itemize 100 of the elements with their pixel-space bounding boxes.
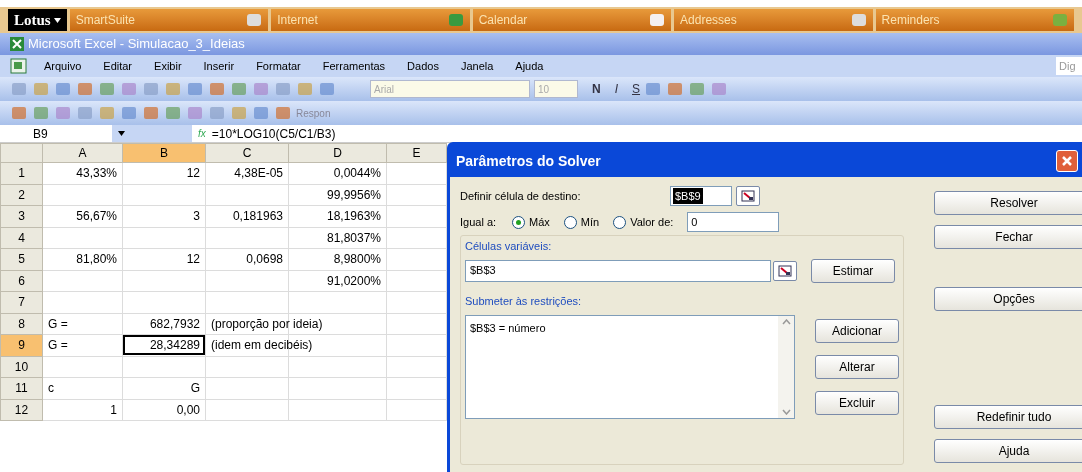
row-header[interactable]: 5 (0, 248, 43, 270)
toolbar-icon[interactable] (230, 81, 248, 97)
cell-text: 3 (193, 209, 200, 224)
toolbar-icon[interactable] (142, 81, 160, 97)
row-header[interactable]: 4 (0, 227, 43, 249)
toolbar-icon[interactable] (120, 105, 138, 121)
caret-icon (118, 131, 125, 136)
row-header[interactable]: 10 (0, 356, 43, 378)
toolbar-icon[interactable] (186, 81, 204, 97)
launcher-icon[interactable] (850, 13, 867, 27)
row-header[interactable]: 12 (0, 399, 43, 421)
dialog-button[interactable]: Adicionar (815, 319, 899, 343)
collapse-dialog-icon[interactable] (736, 186, 760, 206)
toolbar-icon[interactable] (252, 105, 270, 121)
cell-text: G (190, 381, 200, 396)
launcher-icon[interactable] (447, 13, 464, 27)
column-header[interactable]: C (205, 143, 289, 163)
row-header[interactable]: 6 (0, 270, 43, 292)
formula-field[interactable]: =10*LOG10(C5/C1/B3) (211, 124, 336, 143)
toolbar-icon[interactable] (54, 81, 72, 97)
dialog-button[interactable]: Resolver (934, 191, 1082, 215)
dialog-button[interactable]: Excluir (815, 391, 899, 415)
menu-item[interactable]: Arquivo (44, 57, 82, 75)
close-button[interactable] (1056, 150, 1078, 172)
toolbar-icon[interactable] (208, 81, 226, 97)
menu-item[interactable]: Ferramentas (322, 57, 386, 75)
column-header[interactable]: D (288, 143, 387, 163)
radio-option[interactable]: Valor de: (613, 213, 674, 231)
dialog-button[interactable]: Fechar (934, 225, 1082, 249)
menu-item[interactable]: Formatar (256, 57, 301, 75)
column-header[interactable]: E (386, 143, 447, 163)
name-box-dropdown[interactable] (112, 125, 192, 142)
toolbar-icon[interactable] (644, 81, 663, 97)
radio-option[interactable]: Mín (563, 213, 600, 231)
dialog-button[interactable]: Redefinir tudo (934, 405, 1082, 429)
row-header[interactable]: 7 (0, 291, 43, 313)
menu-item[interactable]: Dados (407, 57, 439, 75)
name-box[interactable]: B9 (0, 124, 112, 143)
value-field[interactable]: 0 (687, 212, 780, 232)
toolbar-icon[interactable] (32, 105, 50, 121)
dialog-button[interactable]: Ajuda (934, 439, 1082, 463)
menu-item[interactable]: Editar (103, 57, 133, 75)
launcher-icon[interactable] (649, 13, 666, 27)
cell-text: 43,33% (76, 166, 117, 181)
toolbar-icon[interactable] (296, 81, 314, 97)
dialog-button[interactable]: Alterar (815, 355, 899, 379)
menu-item[interactable]: Exibir (154, 57, 182, 75)
constraint-item[interactable]: $B$3 = número (470, 320, 774, 337)
toolbar-icon[interactable] (32, 81, 50, 97)
row-header[interactable]: 9 (0, 334, 43, 356)
toolbar-icon[interactable] (252, 81, 270, 97)
column-header[interactable]: A (42, 143, 123, 163)
row-header[interactable]: 1 (0, 162, 43, 184)
underline-button[interactable]: S (632, 80, 641, 98)
toolbar-icon[interactable] (76, 81, 94, 97)
toolbar-icon[interactable] (318, 81, 336, 97)
dialog-button[interactable]: Opções (934, 287, 1082, 311)
toolbar-icon[interactable] (186, 105, 204, 121)
workbook-icon[interactable] (10, 58, 28, 74)
dialog-button[interactable]: Estimar (811, 258, 895, 283)
toolbar-icon[interactable] (10, 105, 28, 121)
launcher-icon[interactable] (1052, 13, 1069, 27)
toolbar-icon[interactable] (76, 105, 94, 121)
italic-button[interactable]: I (614, 80, 618, 98)
toolbar-icon[interactable] (666, 81, 685, 97)
toolbar-icon[interactable] (98, 81, 116, 97)
toolbar-icon[interactable] (10, 81, 28, 97)
row-header[interactable]: 3 (0, 205, 43, 227)
scrollbar[interactable] (778, 316, 794, 418)
toolbar-icon[interactable] (274, 105, 292, 121)
row-header[interactable]: 2 (0, 184, 43, 206)
cell-text: c (48, 381, 54, 396)
toolbar-icon[interactable] (230, 105, 248, 121)
bold-button[interactable]: N (592, 80, 601, 98)
brand-menu[interactable]: Lotus (8, 9, 67, 31)
row-header[interactable]: 11 (0, 377, 43, 399)
column-header[interactable]: B (122, 143, 206, 163)
variable-cells-field[interactable]: $B$3 (465, 259, 771, 282)
scroll-down-icon[interactable] (781, 409, 791, 415)
toolbar-icon[interactable] (688, 81, 707, 97)
row-header[interactable]: 8 (0, 313, 43, 335)
toolbar-icon[interactable] (120, 81, 138, 97)
constraints-list[interactable]: $B$3 = número (465, 315, 795, 419)
toolbar-icon[interactable] (54, 105, 72, 121)
toolbar-icon[interactable] (208, 105, 226, 121)
toolbar-icon[interactable] (164, 105, 182, 121)
menu-item[interactable]: Inserir (203, 57, 235, 75)
target-cell-field[interactable]: $B$9 (670, 186, 732, 206)
toolbar-icon[interactable] (710, 81, 729, 97)
cell-text: 12 (186, 252, 200, 267)
menu-item[interactable]: Janela (460, 57, 494, 75)
launcher-icon[interactable] (246, 13, 263, 27)
toolbar-icon[interactable] (142, 105, 160, 121)
toolbar-icon[interactable] (274, 81, 292, 97)
collapse-dialog-icon[interactable] (773, 260, 797, 281)
radio-option[interactable]: Máx (512, 213, 550, 231)
toolbar-icon[interactable] (98, 105, 116, 121)
menu-item[interactable]: Ajuda (515, 57, 544, 75)
toolbar-icon[interactable] (164, 81, 182, 97)
scroll-up-icon[interactable] (781, 319, 791, 325)
